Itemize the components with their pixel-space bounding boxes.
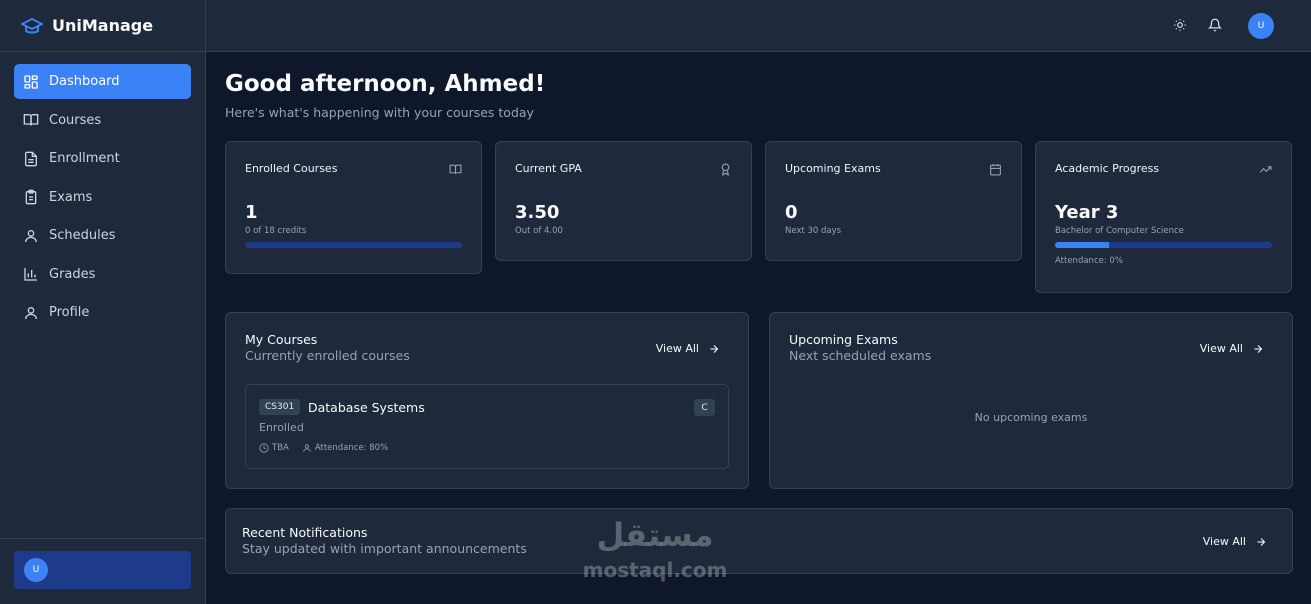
avatar: U bbox=[24, 558, 48, 582]
view-all-label: View All bbox=[655, 342, 699, 355]
sidebar-item-label: Profile bbox=[49, 305, 90, 320]
user-icon bbox=[23, 228, 39, 244]
brand[interactable]: UniManage bbox=[0, 0, 205, 52]
stat-subtext: Next 30 days bbox=[785, 226, 842, 236]
user-icon bbox=[23, 305, 39, 321]
course-code-badge: CS301 bbox=[259, 399, 301, 415]
notifications-button[interactable] bbox=[1208, 18, 1224, 34]
arrow-right-icon bbox=[708, 343, 720, 355]
sidebar-footer: U bbox=[0, 538, 205, 604]
calendar-icon bbox=[989, 163, 1002, 176]
sidebar-item-label: Dashboard bbox=[49, 74, 120, 89]
sidebar-item-label: Exams bbox=[49, 189, 93, 205]
upcoming-exams-panel: Upcoming Exams Next scheduled exams View… bbox=[769, 312, 1293, 489]
credits-progress-bar bbox=[245, 242, 462, 248]
bell-icon bbox=[1208, 18, 1222, 34]
stat-value: 0 bbox=[785, 202, 798, 223]
document-icon bbox=[23, 151, 39, 167]
stat-title: Current GPA bbox=[515, 162, 582, 175]
attendance-note: Attendance: 0% bbox=[1055, 256, 1123, 266]
sidebar-item-schedules[interactable]: Schedules bbox=[14, 218, 191, 253]
course-card[interactable]: CS301 Database Systems C Enrolled TBA At… bbox=[245, 384, 729, 469]
app-name: UniManage bbox=[52, 16, 154, 35]
arrow-right-icon bbox=[1255, 536, 1267, 548]
clipboard-icon bbox=[23, 189, 39, 205]
stat-card-academic-progress: Academic Progress Year 3 Bachelor of Com… bbox=[1035, 141, 1292, 293]
sidebar-item-grades[interactable]: Grades bbox=[14, 257, 191, 292]
stat-title: Enrolled Courses bbox=[245, 162, 338, 175]
academic-progress-bar bbox=[1055, 242, 1272, 248]
sidebar: UniManage Dashboard Courses Enrollment E… bbox=[0, 0, 206, 604]
trending-up-icon bbox=[1259, 163, 1272, 176]
sidebar-item-profile[interactable]: Profile bbox=[14, 295, 191, 330]
view-all-notifications-button[interactable]: View All bbox=[1203, 535, 1267, 548]
stat-value: 1 bbox=[245, 202, 258, 223]
clock-icon bbox=[259, 443, 269, 453]
arrow-right-icon bbox=[1252, 343, 1264, 355]
sidebar-item-enrollment[interactable]: Enrollment bbox=[14, 141, 191, 176]
panel-title: Recent Notifications bbox=[242, 525, 368, 540]
sidebar-item-exams[interactable]: Exams bbox=[14, 180, 191, 215]
sidebar-item-courses[interactable]: Courses bbox=[14, 103, 191, 138]
stat-title: Academic Progress bbox=[1055, 162, 1160, 175]
user-avatar-button[interactable]: U bbox=[1248, 13, 1274, 39]
panel-title: Upcoming Exams bbox=[789, 332, 898, 347]
sidebar-item-label: Courses bbox=[49, 112, 102, 128]
course-status: Enrolled bbox=[259, 421, 304, 434]
book-icon bbox=[449, 163, 462, 176]
panel-subtitle: Next scheduled exams bbox=[789, 348, 932, 363]
graduation-cap-icon bbox=[20, 14, 44, 38]
sidebar-item-label: Enrollment bbox=[49, 151, 120, 166]
view-all-exams-button[interactable]: View All bbox=[1200, 342, 1264, 355]
course-name: Database Systems bbox=[308, 400, 425, 415]
notifications-panel: Recent Notifications Stay updated with i… bbox=[225, 508, 1293, 574]
sun-icon bbox=[1173, 18, 1187, 34]
empty-state: No upcoming exams bbox=[974, 411, 1088, 424]
theme-toggle-button[interactable] bbox=[1173, 18, 1189, 34]
course-meta: TBA Attendance: 80% bbox=[259, 443, 388, 453]
progress-fill bbox=[1055, 242, 1110, 248]
stat-card-current-gpa: Current GPA 3.50 Out of 4.00 bbox=[495, 141, 752, 261]
stat-subtext: Out of 4.00 bbox=[515, 226, 563, 236]
sidebar-item-label: Schedules bbox=[49, 228, 116, 243]
sidebar-item-label: Grades bbox=[49, 266, 96, 282]
sidebar-item-dashboard[interactable]: Dashboard bbox=[14, 64, 191, 99]
panel-subtitle: Currently enrolled courses bbox=[245, 348, 410, 363]
stat-subtext: 0 of 18 credits bbox=[245, 226, 307, 236]
stat-card-upcoming-exams: Upcoming Exams 0 Next 30 days bbox=[765, 141, 1022, 261]
dashboard-icon bbox=[23, 74, 39, 90]
view-all-label: View All bbox=[1202, 535, 1246, 548]
user-menu-button[interactable]: U bbox=[14, 551, 191, 589]
main-content: Good afternoon, Ahmed! Here's what's hap… bbox=[206, 52, 1311, 604]
page-subtitle: Here's what's happening with your course… bbox=[225, 105, 534, 120]
stat-card-enrolled-courses: Enrolled Courses 1 0 of 18 credits bbox=[225, 141, 482, 274]
stat-value: Year 3 bbox=[1055, 202, 1119, 223]
course-attendance: Attendance: 80% bbox=[314, 443, 389, 453]
sidebar-nav: Dashboard Courses Enrollment Exams Sched… bbox=[0, 52, 205, 330]
user-icon bbox=[302, 443, 312, 453]
book-icon bbox=[23, 112, 39, 128]
panel-subtitle: Stay updated with important announcement… bbox=[242, 541, 527, 556]
view-all-courses-button[interactable]: View All bbox=[656, 342, 720, 355]
stat-value: 3.50 bbox=[515, 202, 560, 223]
award-icon bbox=[719, 163, 732, 176]
stat-title: Upcoming Exams bbox=[785, 162, 881, 175]
bar-chart-icon bbox=[23, 266, 39, 282]
course-schedule: TBA bbox=[272, 443, 289, 453]
view-all-label: View All bbox=[1199, 342, 1243, 355]
page-title: Good afternoon, Ahmed! bbox=[225, 71, 546, 97]
grade-badge: C bbox=[694, 399, 715, 416]
my-courses-panel: My Courses Currently enrolled courses Vi… bbox=[225, 312, 749, 489]
topbar: U bbox=[206, 0, 1311, 52]
panel-title: My Courses bbox=[245, 332, 318, 347]
stat-subtext: Bachelor of Computer Science bbox=[1055, 226, 1184, 236]
